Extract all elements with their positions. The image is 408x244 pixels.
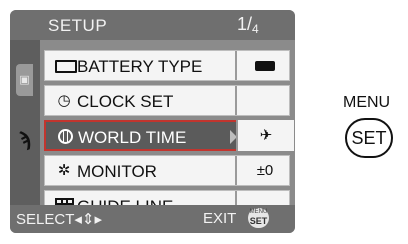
setup-menu-list: BATTERY TYPE ◷ CLOCK SET WORLD TIME ✈ ✲ … [44,50,294,225]
airplane-icon: ✈ [236,120,294,151]
menu-button-label: MENU [343,94,391,111]
menu-tab-sidebar: ▣ ϡ [10,40,40,205]
footer-hint-bar: SELECT◂⇕▸ EXIT MENU SET [10,205,295,233]
sun-icon: ✲ [57,162,71,179]
menu-item-clock-set[interactable]: ◷ CLOCK SET [44,85,290,116]
page-total: 4 [252,22,259,36]
battery-full-icon [235,51,293,80]
menu-item-battery-type[interactable]: BATTERY TYPE [44,50,290,81]
battery-icon [55,58,77,74]
page-title: SETUP [48,16,108,35]
menu-item-value: ±0 [235,156,293,185]
clock-icon: ◷ [57,92,71,109]
globe-icon [56,129,74,145]
menu-item-monitor[interactable]: ✲ MONITOR ±0 [44,155,290,186]
menu-item-label: BATTERY TYPE [77,57,203,76]
camera-icon[interactable]: ▣ [16,64,33,96]
menu-item-world-time[interactable]: WORLD TIME ✈ [44,120,294,151]
menu-set-button[interactable]: SET [345,118,393,158]
page-indicator: 1/4 [237,14,259,36]
menu-item-label: WORLD TIME [78,128,187,147]
setup-header: SETUP 1/4 [10,10,295,40]
menu-item-label: CLOCK SET [77,92,174,111]
camera-lcd-screen: SETUP 1/4 ▣ ϡ BATTERY TYPE ◷ CLOCK SET W… [10,10,295,233]
menu-item-label: MONITOR [77,162,157,181]
exit-hint: EXIT [203,210,237,227]
select-hint: SELECT◂⇕▸ [16,211,102,228]
page-current: 1 [237,14,248,34]
wrench-icon[interactable]: ϡ [14,127,36,153]
menu-item-value [235,86,293,115]
menu-set-mini-icon: MENU SET [248,208,269,228]
